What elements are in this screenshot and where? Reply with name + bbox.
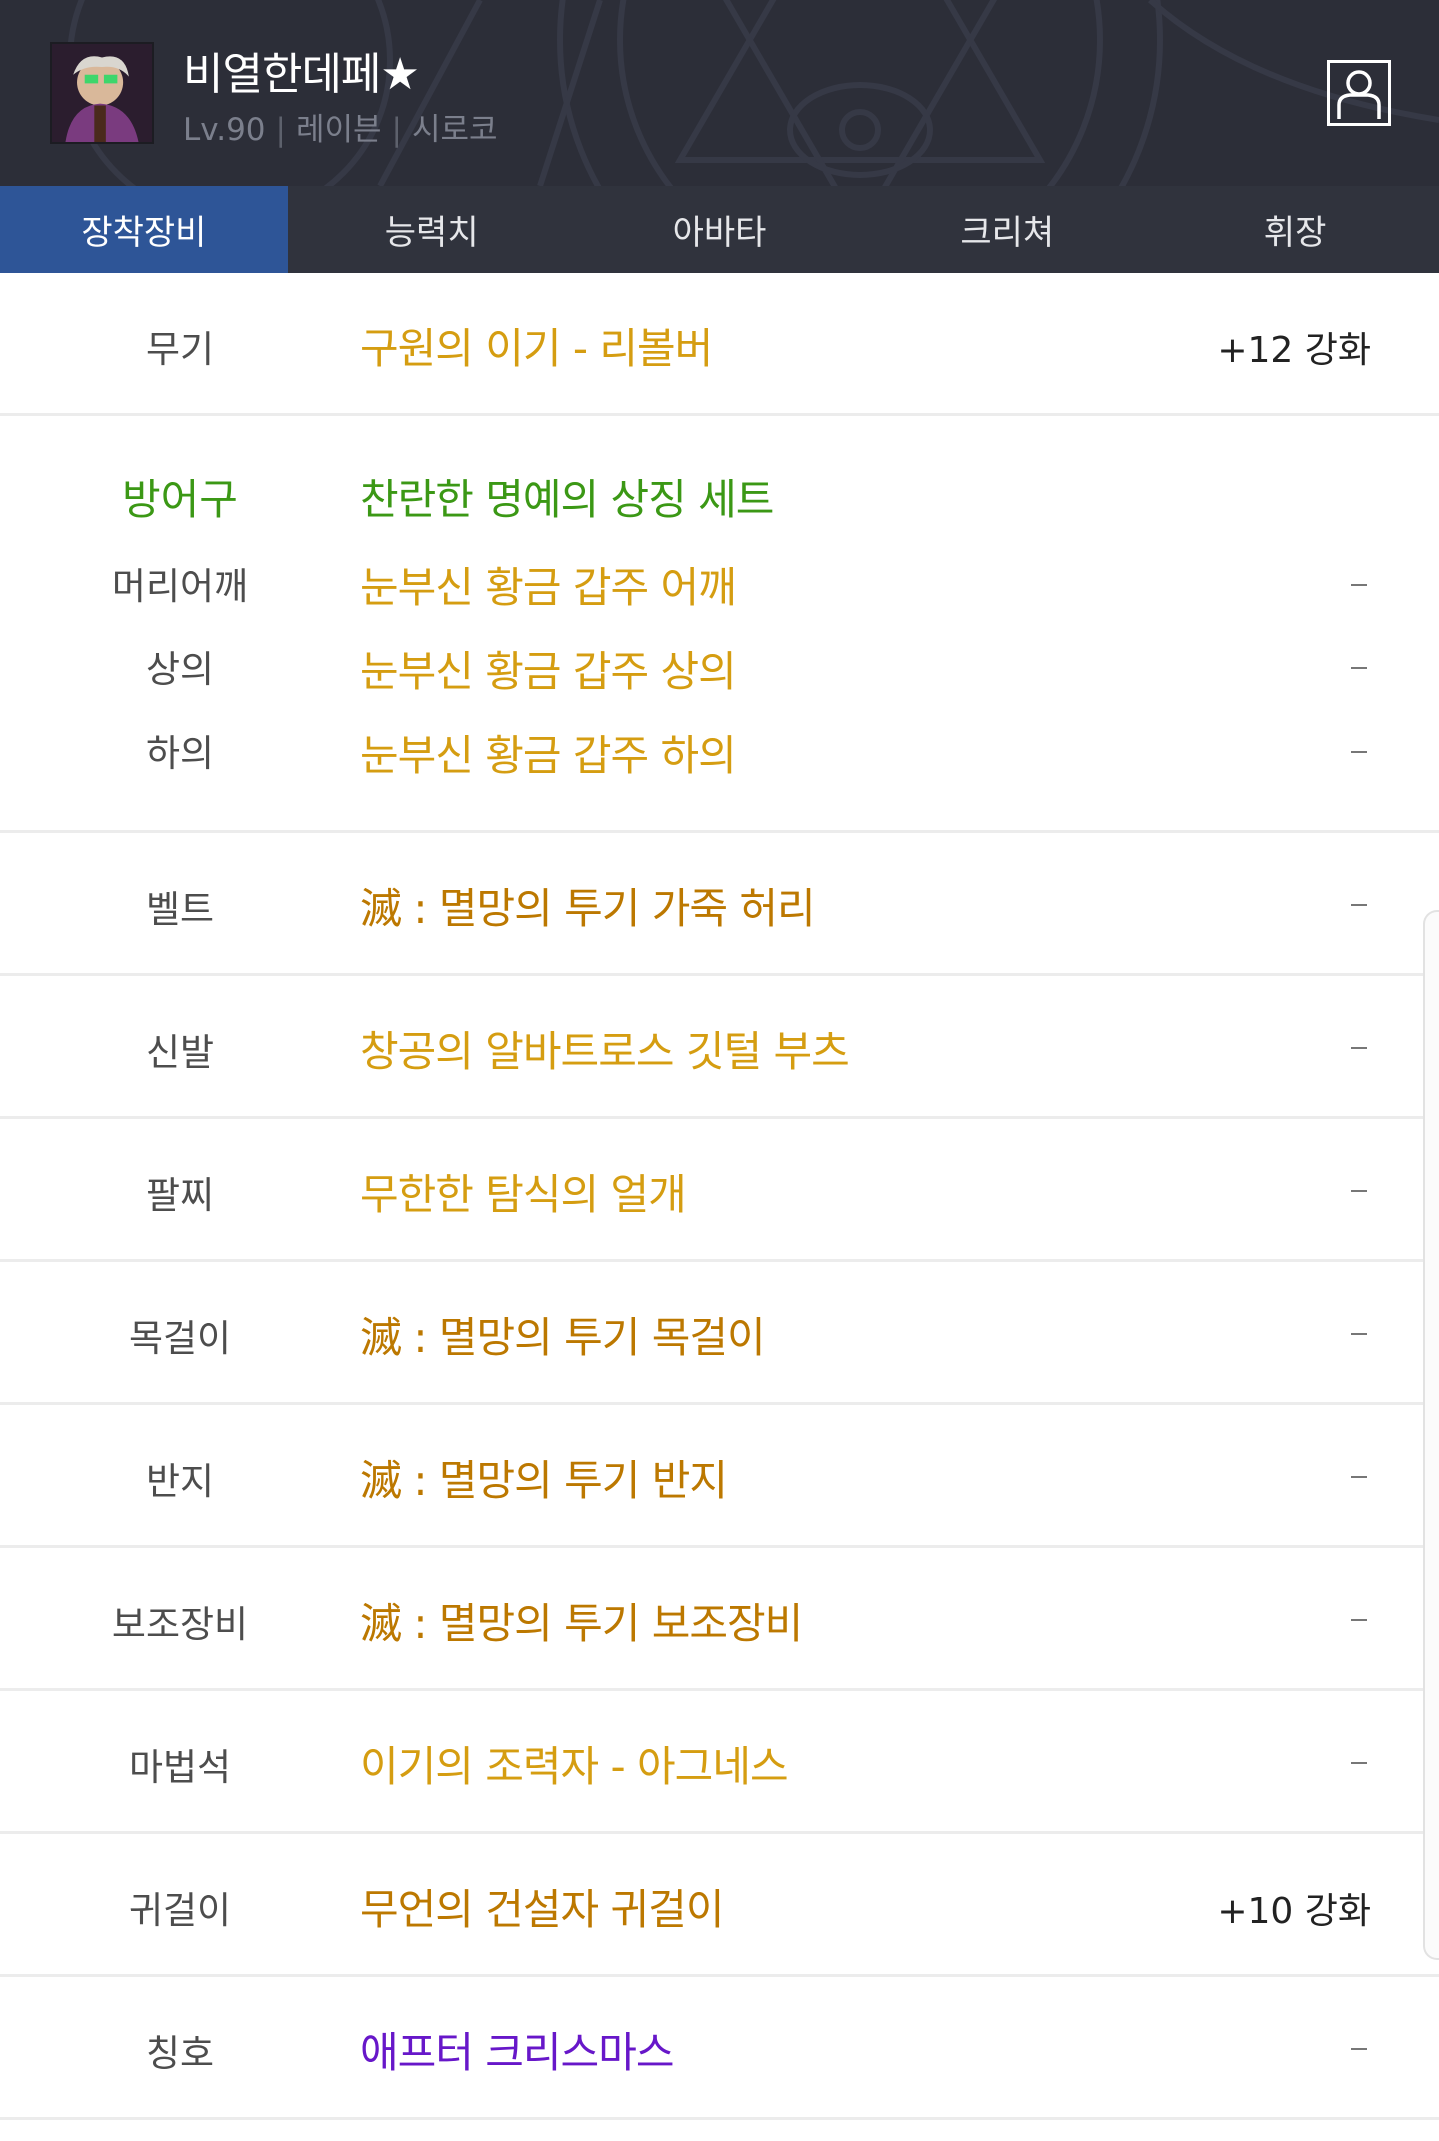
enhance-dash bbox=[1351, 1762, 1367, 1764]
enhance-dash bbox=[1351, 584, 1367, 586]
equipment-row-belt[interactable]: 벨트 滅 : 멸망의 투기 가죽 허리 bbox=[0, 833, 1439, 976]
equipment-row-magic-stone[interactable]: 마법석 이기의 조력자 - 아그네스 bbox=[0, 1691, 1439, 1834]
slot-label: 무기 bbox=[145, 328, 215, 371]
equipment-list: 무기 구원의 이기 - 리볼버 +12 강화 방어구 찬란한 명예의 상징 세트… bbox=[0, 273, 1439, 2120]
profile-button[interactable] bbox=[1327, 60, 1391, 126]
enhance-dash bbox=[1351, 1619, 1367, 1621]
tab-avatar[interactable]: 아바타 bbox=[576, 186, 864, 273]
equipment-row-bracelet[interactable]: 팔찌 무한한 탐식의 얼개 bbox=[0, 1119, 1439, 1262]
item-name: 滅 : 멸망의 투기 보조장비 bbox=[360, 1599, 803, 1648]
slot-label: 팔찌 bbox=[145, 1174, 215, 1217]
info-separator: | bbox=[391, 112, 402, 148]
equipment-row-weapon[interactable]: 무기 구원의 이기 - 리볼버 +12 강화 bbox=[0, 273, 1439, 416]
item-name: 滅 : 멸망의 투기 반지 bbox=[360, 1456, 728, 1505]
item-name: 滅 : 멸망의 투기 가죽 허리 bbox=[360, 884, 816, 933]
item-name: 창공의 알바트로스 깃털 부츠 bbox=[360, 1027, 850, 1076]
item-name: 滅 : 멸망의 투기 목걸이 bbox=[360, 1313, 766, 1362]
item-name: 눈부신 황금 갑주 상의 bbox=[360, 647, 737, 696]
item-name: 눈부신 황금 갑주 하의 bbox=[360, 731, 737, 780]
set-name: 찬란한 명예의 상징 세트 bbox=[360, 475, 774, 524]
info-separator: | bbox=[275, 112, 286, 148]
character-server: 시로코 bbox=[411, 112, 498, 148]
equipment-row-ring[interactable]: 반지 滅 : 멸망의 투기 반지 bbox=[0, 1405, 1439, 1548]
item-name: 애프터 크리스마스 bbox=[360, 2028, 674, 2077]
enhance-level: +10 강화 bbox=[1217, 1891, 1371, 1932]
enhance-dash bbox=[1351, 1333, 1367, 1335]
tab-equipment[interactable]: 장착장비 bbox=[0, 186, 288, 273]
slot-label: 칭호 bbox=[145, 2032, 215, 2075]
equipment-row-earring[interactable]: 귀걸이 무언의 건설자 귀걸이 +10 강화 bbox=[0, 1834, 1439, 1977]
character-avatar bbox=[50, 42, 154, 144]
item-name: 무언의 건설자 귀걸이 bbox=[360, 1885, 724, 1934]
item-name: 이기의 조력자 - 아그네스 bbox=[360, 1742, 789, 1791]
slot-label: 상의 bbox=[145, 648, 215, 691]
equipment-row-necklace[interactable]: 목걸이 滅 : 멸망의 투기 목걸이 bbox=[0, 1262, 1439, 1405]
character-job: 레이븐 bbox=[295, 112, 382, 148]
enhance-dash bbox=[1351, 904, 1367, 906]
tab-insignia[interactable]: 휘장 bbox=[1151, 186, 1439, 273]
equipment-row-support[interactable]: 보조장비 滅 : 멸망의 투기 보조장비 bbox=[0, 1548, 1439, 1691]
equipment-row-title[interactable]: 칭호 애프터 크리스마스 bbox=[0, 1977, 1439, 2120]
slot-label: 목걸이 bbox=[128, 1317, 232, 1360]
tab-bar: 장착장비 능력치 아바타 크리쳐 휘장 bbox=[0, 186, 1439, 273]
slot-label: 마법석 bbox=[128, 1746, 232, 1789]
slot-label: 하의 bbox=[145, 732, 215, 775]
item-name: 구원의 이기 - 리볼버 bbox=[360, 324, 713, 373]
slot-label: 보조장비 bbox=[111, 1603, 249, 1646]
slot-label: 신발 bbox=[145, 1031, 215, 1074]
equipment-row-armor[interactable]: 방어구 찬란한 명예의 상징 세트 머리어깨 눈부신 황금 갑주 어깨 상의 눈… bbox=[0, 416, 1439, 833]
character-level: Lv.90 bbox=[183, 112, 266, 148]
enhance-dash bbox=[1351, 1047, 1367, 1049]
item-name: 눈부신 황금 갑주 어깨 bbox=[360, 563, 737, 612]
character-name: 비열한데페★ bbox=[183, 49, 420, 100]
slot-label: 벨트 bbox=[145, 888, 215, 931]
tab-creature[interactable]: 크리쳐 bbox=[863, 186, 1151, 273]
enhance-dash bbox=[1351, 1476, 1367, 1478]
scroll-indicator[interactable] bbox=[1423, 910, 1439, 1960]
slot-label: 귀걸이 bbox=[128, 1889, 232, 1932]
tab-stats[interactable]: 능력치 bbox=[288, 186, 576, 273]
character-header: 비열한데페★ Lv.90 | 레이븐 | 시로코 bbox=[0, 0, 1439, 186]
person-icon bbox=[1337, 70, 1381, 119]
enhance-dash bbox=[1351, 2048, 1367, 2050]
slot-label: 반지 bbox=[145, 1460, 215, 1503]
equipment-row-shoes[interactable]: 신발 창공의 알바트로스 깃털 부츠 bbox=[0, 976, 1439, 1119]
item-name: 무한한 탐식의 얼개 bbox=[360, 1170, 687, 1219]
slot-label: 머리어깨 bbox=[111, 565, 249, 608]
enhance-dash bbox=[1351, 1190, 1367, 1192]
character-portrait-icon bbox=[52, 44, 152, 142]
character-info: Lv.90 | 레이븐 | 시로코 bbox=[183, 104, 498, 149]
slot-label-armor: 방어구 bbox=[122, 475, 238, 524]
enhance-dash bbox=[1351, 667, 1367, 669]
enhance-level: +12 강화 bbox=[1217, 330, 1371, 371]
enhance-dash bbox=[1351, 751, 1367, 753]
